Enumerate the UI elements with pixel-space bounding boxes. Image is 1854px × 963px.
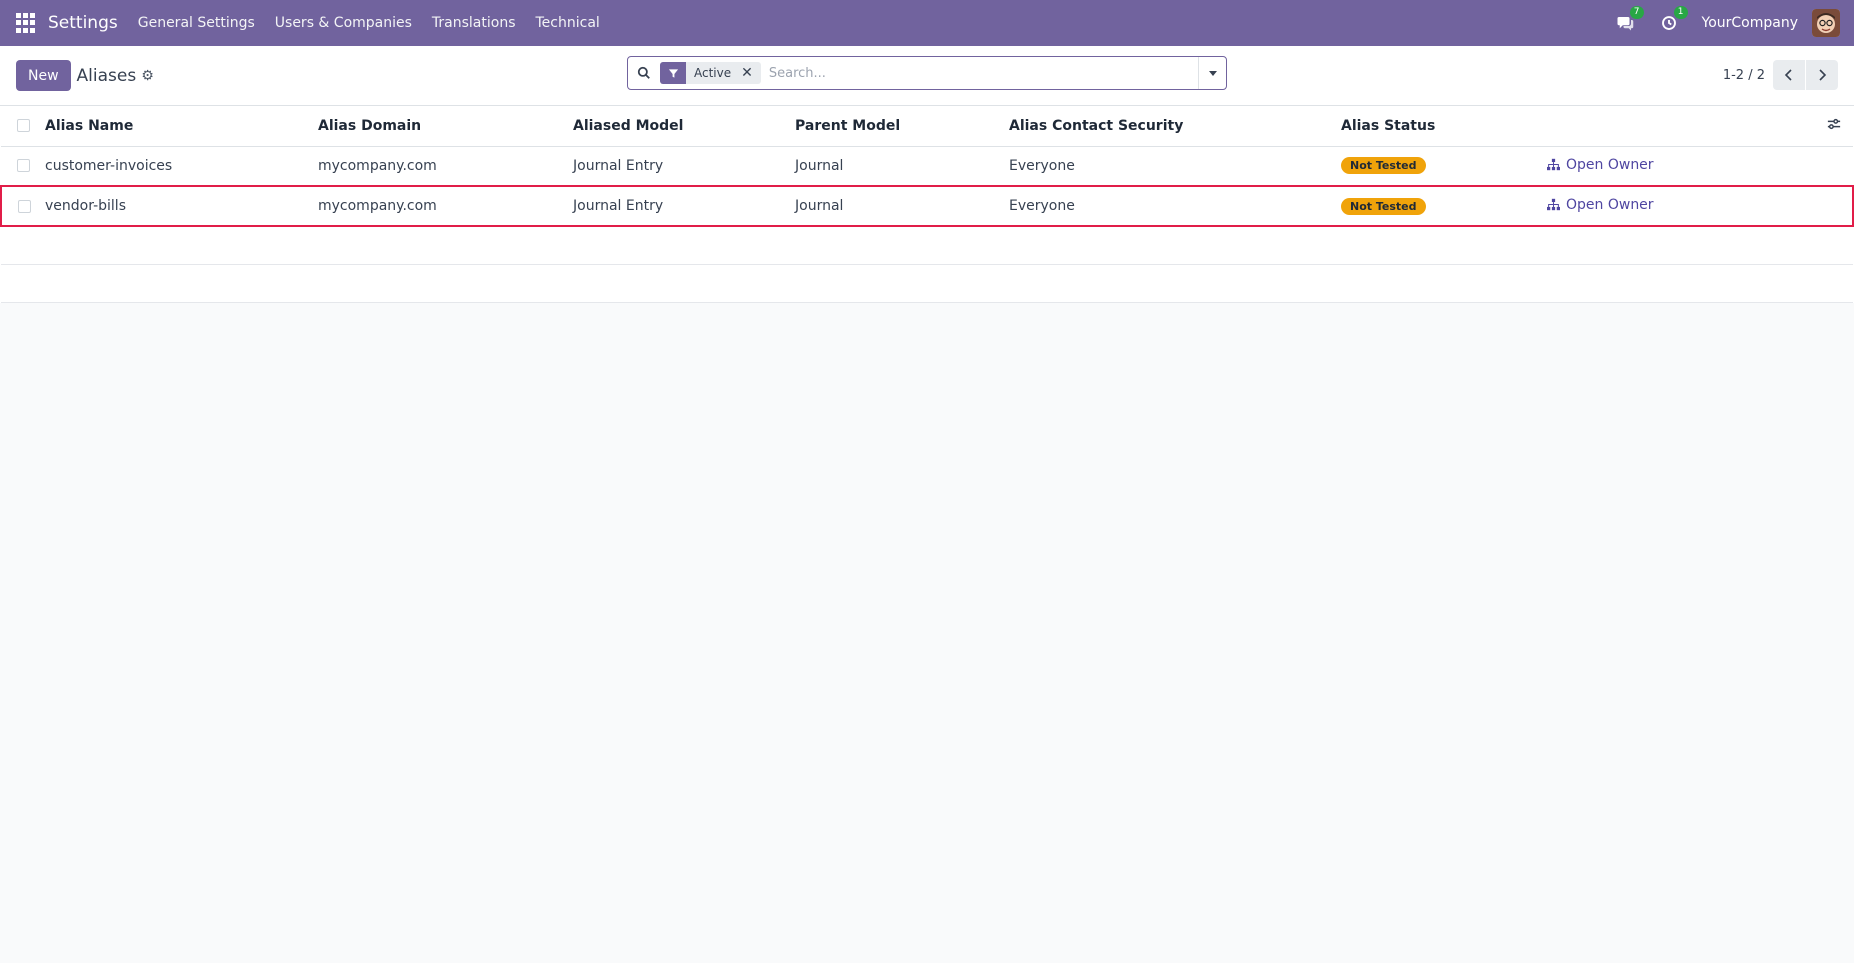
header-select-all: [1, 106, 45, 147]
top-navbar: Settings General Settings Users & Compan…: [0, 0, 1854, 46]
aliases-table: Alias Name Alias Domain Aliased Model Pa…: [0, 106, 1854, 303]
cell-parent-model[interactable]: Journal: [795, 185, 1009, 227]
cell-aliased-model[interactable]: Journal Entry: [573, 185, 795, 227]
cell-alias-domain[interactable]: mycompany.com: [318, 146, 573, 187]
open-owner-button[interactable]: Open Owner: [1547, 157, 1654, 173]
search-input[interactable]: [768, 65, 1198, 81]
header-actions: [1547, 106, 1813, 147]
cell-alias-status: Not Tested: [1341, 185, 1547, 227]
cell-alias-status: Not Tested: [1341, 146, 1547, 187]
cell-empty: [1813, 146, 1853, 187]
sitemap-icon: [1547, 158, 1560, 171]
activities-count-badge: 1: [1673, 6, 1688, 19]
status-badge: Not Tested: [1341, 157, 1426, 175]
header-alias-status[interactable]: Alias Status: [1341, 106, 1547, 147]
table-row[interactable]: customer-invoices mycompany.com Journal …: [1, 146, 1853, 187]
cell-alias-name[interactable]: customer-invoices: [45, 146, 318, 187]
chevron-right-icon: [1819, 69, 1827, 81]
avatar-face-icon: [1812, 9, 1840, 37]
filter-icon: [660, 62, 686, 84]
control-panel: New Aliases ⚙ Active ✕ 1-2 / 2: [0, 46, 1854, 106]
row-checkbox[interactable]: [18, 199, 31, 213]
header-contact-security[interactable]: Alias Contact Security: [1009, 106, 1341, 147]
pager-next-button[interactable]: [1806, 60, 1838, 90]
breadcrumb: Aliases ⚙: [77, 66, 154, 86]
row-checkbox[interactable]: [17, 159, 30, 173]
new-button[interactable]: New: [16, 60, 71, 91]
pager-previous-button[interactable]: [1773, 60, 1805, 90]
company-switcher[interactable]: YourCompany: [1702, 15, 1799, 31]
table-row[interactable]: vendor-bills mycompany.com Journal Entry…: [0, 185, 1854, 227]
open-owner-label: Open Owner: [1566, 196, 1654, 213]
activities-button[interactable]: 1: [1658, 6, 1688, 34]
pager: 1-2 / 2: [1723, 60, 1838, 90]
empty-row: [1, 226, 1853, 265]
header-aliased-model[interactable]: Aliased Model: [573, 106, 795, 147]
menu-technical[interactable]: Technical: [536, 15, 600, 31]
messages-count-badge: 7: [1629, 6, 1644, 19]
search-options-toggle[interactable]: [1198, 57, 1226, 89]
header-parent-model[interactable]: Parent Model: [795, 106, 1009, 147]
sliders-icon: [1827, 118, 1841, 129]
cell-alias-domain[interactable]: mycompany.com: [318, 185, 573, 227]
menu-translations[interactable]: Translations: [432, 15, 516, 31]
row-select-cell: [1, 146, 45, 187]
empty-row: [1, 264, 1853, 303]
cell-empty: [1813, 185, 1854, 227]
open-owner-label: Open Owner: [1566, 156, 1654, 173]
cell-actions: Open Owner: [1547, 185, 1813, 227]
cell-aliased-model[interactable]: Journal Entry: [573, 146, 795, 187]
messages-button[interactable]: 7: [1614, 6, 1644, 34]
list-view: Alias Name Alias Domain Aliased Model Pa…: [0, 106, 1854, 303]
menu-users-companies[interactable]: Users & Companies: [275, 15, 412, 31]
gear-icon[interactable]: ⚙: [141, 68, 154, 84]
optional-columns-toggle[interactable]: [1813, 106, 1853, 147]
page-title: Aliases: [76, 65, 137, 86]
search-bar: Active ✕: [627, 56, 1227, 90]
facet-remove-icon[interactable]: ✕: [739, 65, 761, 81]
header-alias-name[interactable]: Alias Name: [45, 106, 318, 147]
header-alias-domain[interactable]: Alias Domain: [318, 106, 573, 147]
select-all-checkbox[interactable]: [17, 119, 30, 133]
cell-alias-name[interactable]: vendor-bills: [45, 185, 318, 227]
pager-value[interactable]: 1-2 / 2: [1723, 68, 1765, 83]
apps-menu-icon[interactable]: [16, 13, 36, 33]
cell-contact-security[interactable]: Everyone: [1009, 146, 1341, 187]
table-header-row: Alias Name Alias Domain Aliased Model Pa…: [1, 106, 1853, 147]
search-icon[interactable]: [628, 66, 660, 80]
status-badge: Not Tested: [1341, 197, 1426, 215]
menu-general-settings[interactable]: General Settings: [138, 15, 255, 31]
cell-actions: Open Owner: [1547, 146, 1813, 187]
row-select-cell: [0, 185, 45, 227]
cell-contact-security[interactable]: Everyone: [1009, 185, 1341, 227]
chevron-left-icon: [1784, 69, 1792, 81]
facet-label: Active: [694, 66, 732, 80]
sitemap-icon: [1547, 199, 1560, 211]
user-avatar[interactable]: [1812, 9, 1840, 37]
caret-down-icon: [1208, 71, 1217, 76]
cell-parent-model[interactable]: Journal: [795, 146, 1009, 187]
open-owner-button[interactable]: Open Owner: [1547, 197, 1654, 213]
search-facet-active: Active ✕: [660, 62, 761, 84]
app-brand[interactable]: Settings: [48, 13, 118, 33]
